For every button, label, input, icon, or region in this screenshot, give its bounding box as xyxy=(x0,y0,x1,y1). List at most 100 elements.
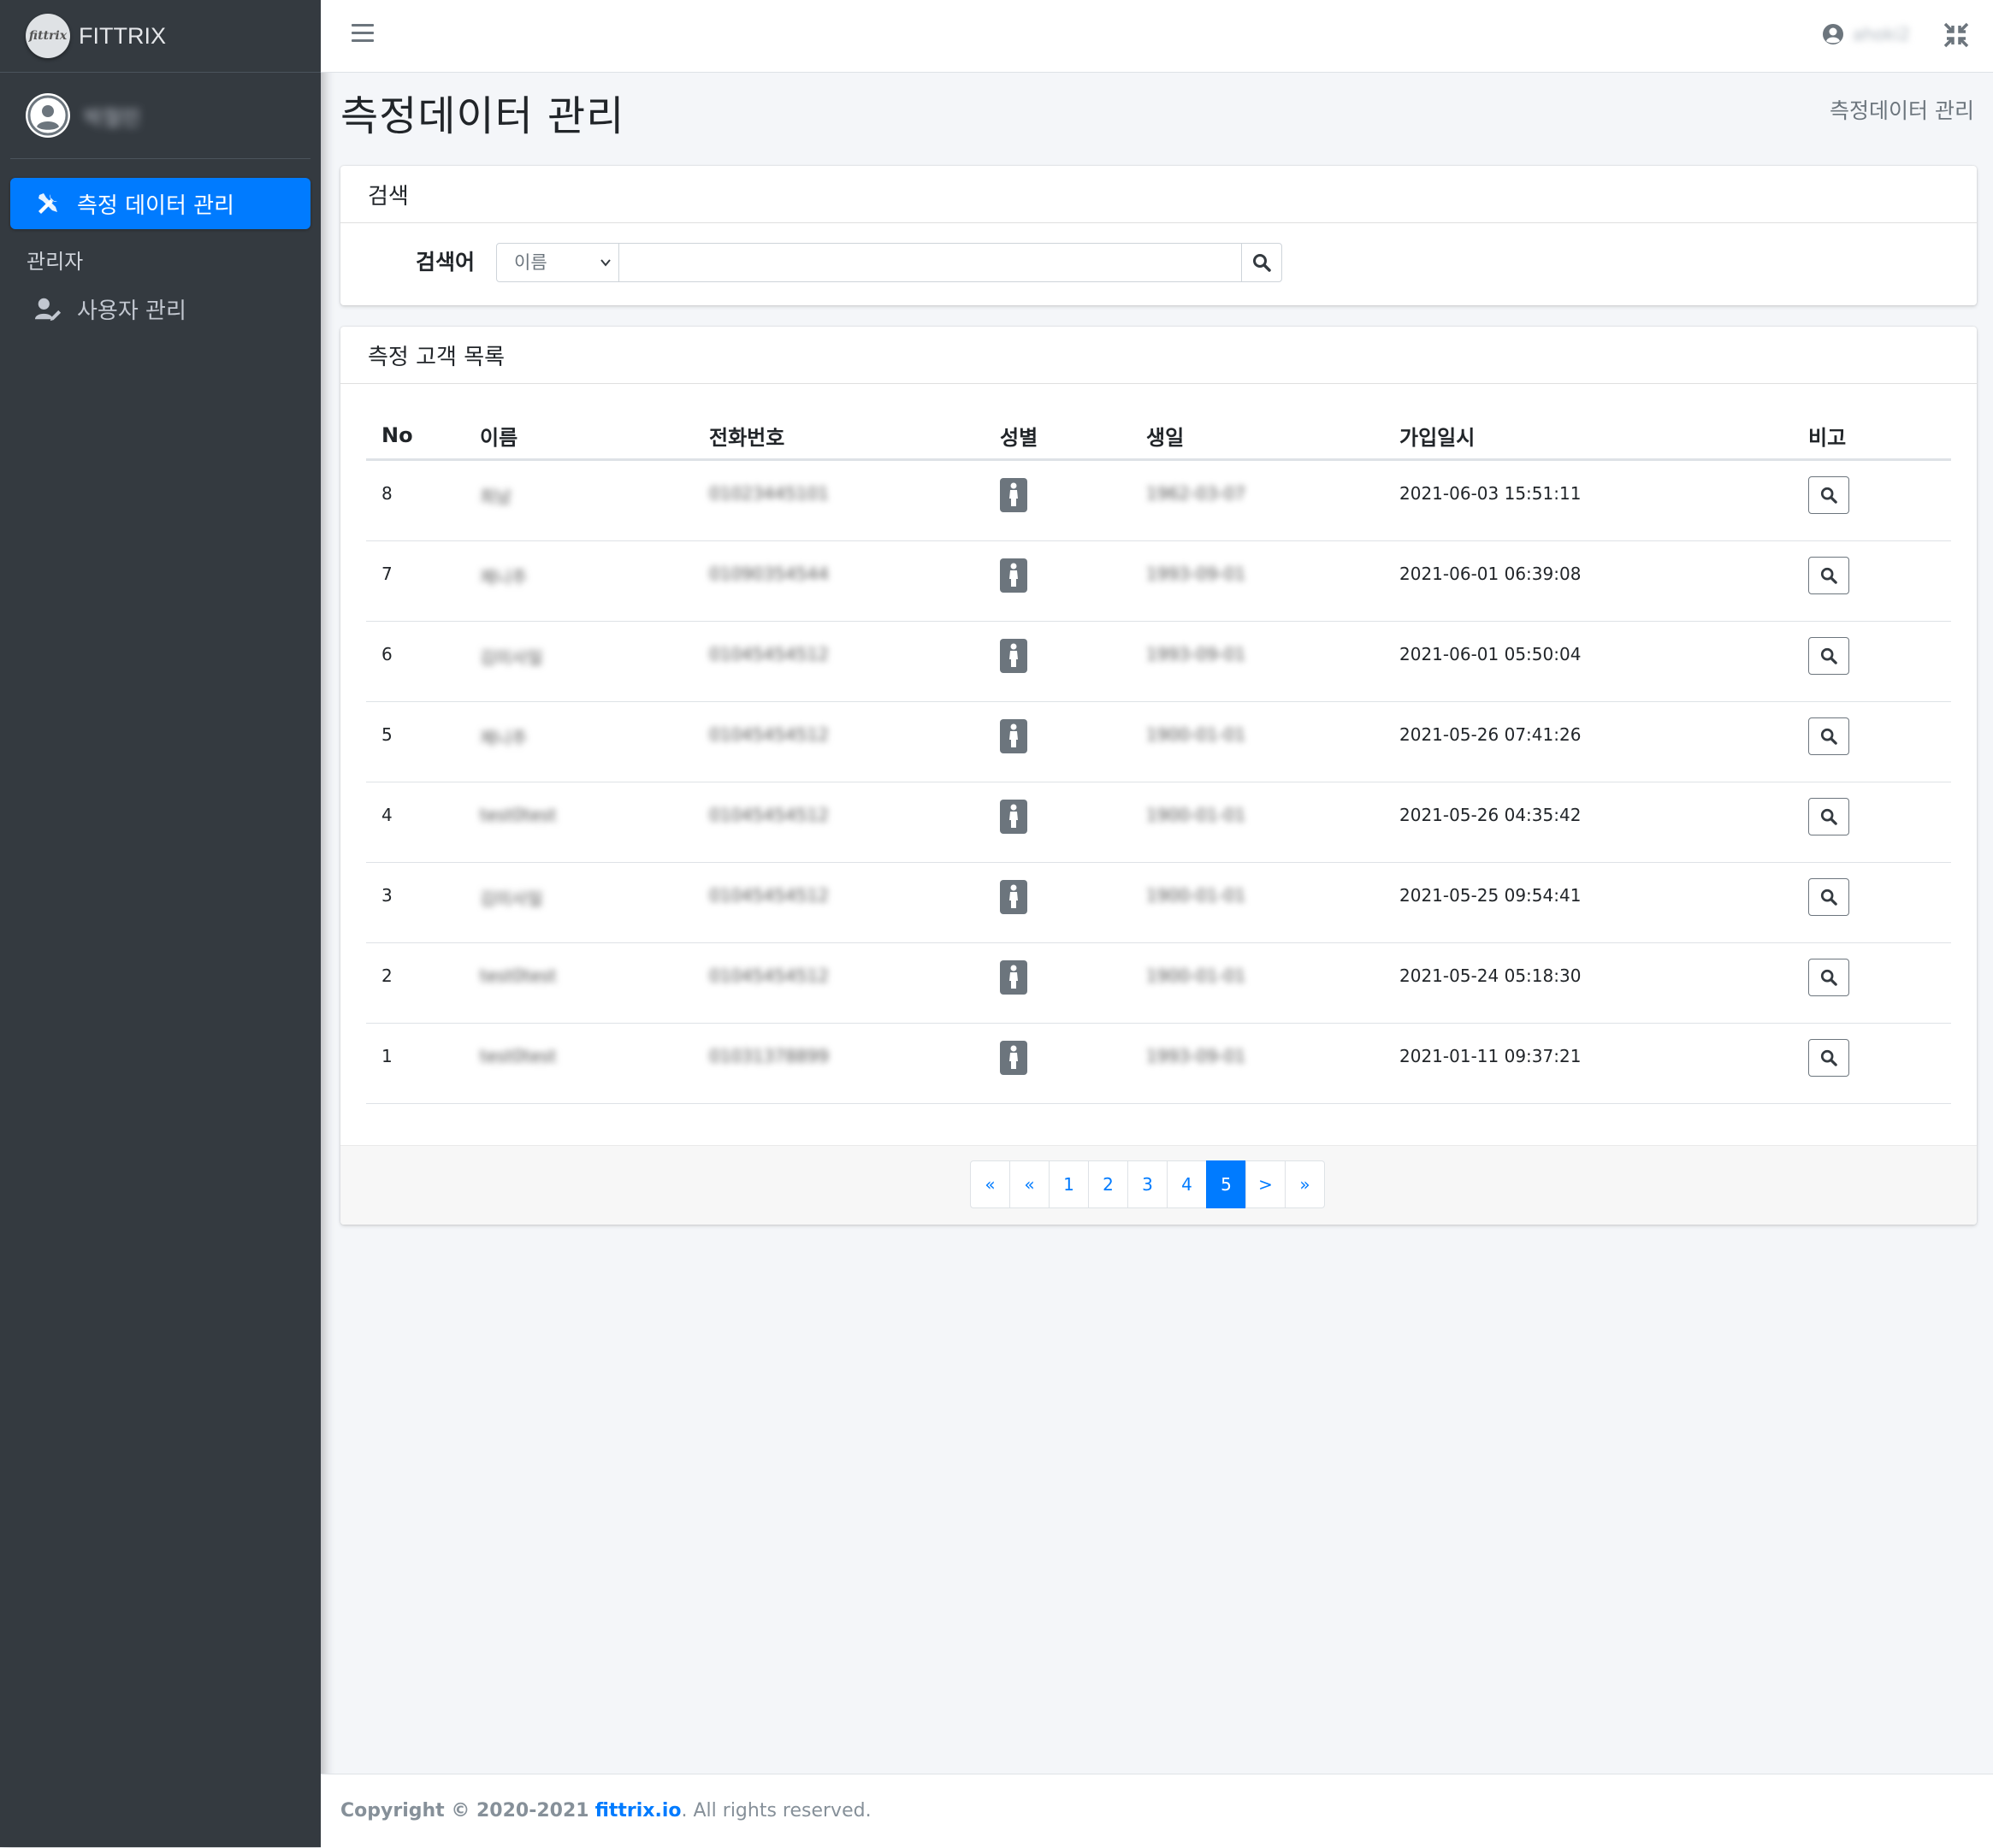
breadcrumb[interactable]: 측정데이터 관리 xyxy=(1830,94,1974,125)
top-user-name: ahoki2 xyxy=(1853,24,1911,44)
cell-joined: 2021-05-24 05:18:30 xyxy=(1399,965,1582,986)
avatar xyxy=(26,93,70,138)
cell-phone: 01045454512 xyxy=(709,724,829,745)
cell-joined: 2021-06-01 05:50:04 xyxy=(1399,644,1582,664)
search-card-title: 검색 xyxy=(340,166,1977,223)
brand-name: FITTRIX xyxy=(79,22,166,49)
cell-phone: 01031378899 xyxy=(709,1046,829,1066)
sidebar-nav: 측정 데이터 관리 관리자 사용자 관리 xyxy=(0,178,321,334)
page-link-1[interactable]: 1 xyxy=(1049,1160,1089,1208)
cell-birth: 1962-03-07 xyxy=(1146,483,1246,504)
cell-joined: 2021-05-25 09:54:41 xyxy=(1399,885,1582,906)
page-link-next[interactable]: > xyxy=(1245,1160,1286,1208)
cell-birth: 1993-09-01 xyxy=(1146,644,1246,664)
female-icon xyxy=(1000,639,1027,673)
search-icon xyxy=(1820,1049,1837,1066)
cell-no: 3 xyxy=(381,885,393,906)
female-icon xyxy=(1000,558,1027,593)
search-icon xyxy=(1820,969,1837,986)
page-link-3[interactable]: 3 xyxy=(1127,1160,1168,1208)
page-footer: Copyright © 2020-2021 fittrix.io. All ri… xyxy=(321,1774,1993,1848)
cell-no: 5 xyxy=(381,724,393,745)
top-user-menu[interactable]: ahoki2 xyxy=(1822,23,1910,45)
cell-name: test0test xyxy=(480,1046,557,1066)
search-icon xyxy=(1253,254,1271,272)
view-detail-button[interactable] xyxy=(1808,717,1849,755)
page-link-last[interactable]: » xyxy=(1285,1160,1325,1208)
sidebar-item-measurement-data[interactable]: 측정 데이터 관리 xyxy=(10,178,310,229)
sidebar-item-user-management[interactable]: 사용자 관리 xyxy=(10,283,310,334)
col-header-phone[interactable]: 전화번호 xyxy=(709,412,1000,461)
page-link-4[interactable]: 4 xyxy=(1167,1160,1207,1208)
pagination: ««1 2 3 4 5 >» xyxy=(970,1160,1325,1208)
search-row: 검색어 이름 xyxy=(340,243,1977,286)
cell-no: 1 xyxy=(381,1046,393,1066)
user-circle-icon xyxy=(27,95,68,136)
cell-no: 2 xyxy=(381,965,393,986)
cell-no: 8 xyxy=(381,483,393,504)
table-row: 3 김미사일 01045454512 1900-01-01 2021-05-25 09:… xyxy=(366,862,1951,943)
compress-icon[interactable] xyxy=(1942,21,1971,50)
female-icon xyxy=(1000,880,1027,914)
cell-phone: 01090354544 xyxy=(709,564,829,584)
cell-no: 4 xyxy=(381,805,393,825)
cell-no: 6 xyxy=(381,644,393,664)
page-link-prev[interactable]: « xyxy=(1009,1160,1050,1208)
list-card-footer: ««1 2 3 4 5 >» xyxy=(340,1145,1977,1225)
cell-name: 최남 xyxy=(480,487,512,507)
user-panel[interactable]: 박철민 xyxy=(10,73,310,159)
sidebar-item-label: 측정 데이터 관리 xyxy=(77,192,234,219)
female-icon xyxy=(1000,719,1027,753)
col-header-gender[interactable]: 성별 xyxy=(1000,412,1146,461)
sidebar-header-admin: 관리자 xyxy=(27,250,84,274)
cell-no: 7 xyxy=(381,564,393,584)
footer-link[interactable]: fittrix.io xyxy=(595,1800,682,1821)
tools-icon xyxy=(34,190,62,217)
col-header-joined[interactable]: 가입일시 xyxy=(1399,412,1808,461)
page-link-first[interactable]: « xyxy=(970,1160,1010,1208)
page-link-5[interactable]: 5 xyxy=(1206,1160,1246,1208)
table-row: 7 제니주 01090354544 1993-09-01 2021-06-01 06:3… xyxy=(366,540,1951,622)
cell-birth: 1993-09-01 xyxy=(1146,1046,1246,1066)
search-icon xyxy=(1820,889,1837,906)
view-detail-button[interactable] xyxy=(1808,557,1849,594)
view-detail-button[interactable] xyxy=(1808,476,1849,514)
top-navbar: ahoki2 xyxy=(321,0,1993,73)
cell-birth: 1900-01-01 xyxy=(1146,965,1246,986)
search-input[interactable] xyxy=(618,243,1242,282)
user-name: 박철민 xyxy=(84,105,141,130)
user-edit-icon xyxy=(34,295,62,322)
search-field-select-value: 이름 xyxy=(514,252,547,273)
cell-birth: 1900-01-01 xyxy=(1146,724,1246,745)
cell-joined: 2021-05-26 04:35:42 xyxy=(1399,805,1582,825)
view-detail-button[interactable] xyxy=(1808,959,1849,996)
brand-link[interactable]: fittrix FITTRIX xyxy=(0,0,321,73)
cell-joined: 2021-06-01 06:39:08 xyxy=(1399,564,1582,584)
view-detail-button[interactable] xyxy=(1808,1039,1849,1077)
table-header-row: No 이름 전화번호 성별 생일 가입일시 비고 xyxy=(366,412,1951,461)
table-row: 8 최남 01023445101 1962-03-07 2021-06-03 15:51… xyxy=(366,459,1951,541)
view-detail-button[interactable] xyxy=(1808,637,1849,675)
user-circle-icon xyxy=(1823,24,1843,44)
cell-phone: 01045454512 xyxy=(709,644,829,664)
table-row: 2 test0test 01045454512 1900-01-01 2021-05-2… xyxy=(366,942,1951,1024)
cell-name: test0test xyxy=(480,965,557,986)
page-link-2[interactable]: 2 xyxy=(1088,1160,1128,1208)
col-header-birth[interactable]: 생일 xyxy=(1146,412,1399,461)
view-detail-button[interactable] xyxy=(1808,798,1849,835)
sidebar: fittrix FITTRIX 박철민 측정 데이터 관리 관리자 사용자 관리 xyxy=(0,0,321,1847)
search-icon xyxy=(1820,728,1837,745)
table-row: 5 제니주 01045454512 1900-01-01 2021-05-26 07:4… xyxy=(366,701,1951,782)
view-detail-button[interactable] xyxy=(1808,878,1849,916)
cell-phone: 01045454512 xyxy=(709,965,829,986)
col-header-name[interactable]: 이름 xyxy=(480,412,709,461)
page-title: 측정데이터 관리 xyxy=(340,92,625,140)
female-icon xyxy=(1000,960,1027,995)
search-button[interactable] xyxy=(1241,243,1282,282)
search-icon xyxy=(1820,647,1837,664)
female-icon xyxy=(1000,478,1027,512)
search-icon xyxy=(1820,487,1837,504)
search-field-select[interactable]: 이름 xyxy=(496,243,619,282)
col-header-no[interactable]: No xyxy=(366,412,480,461)
menu-toggle-icon[interactable] xyxy=(352,24,374,44)
